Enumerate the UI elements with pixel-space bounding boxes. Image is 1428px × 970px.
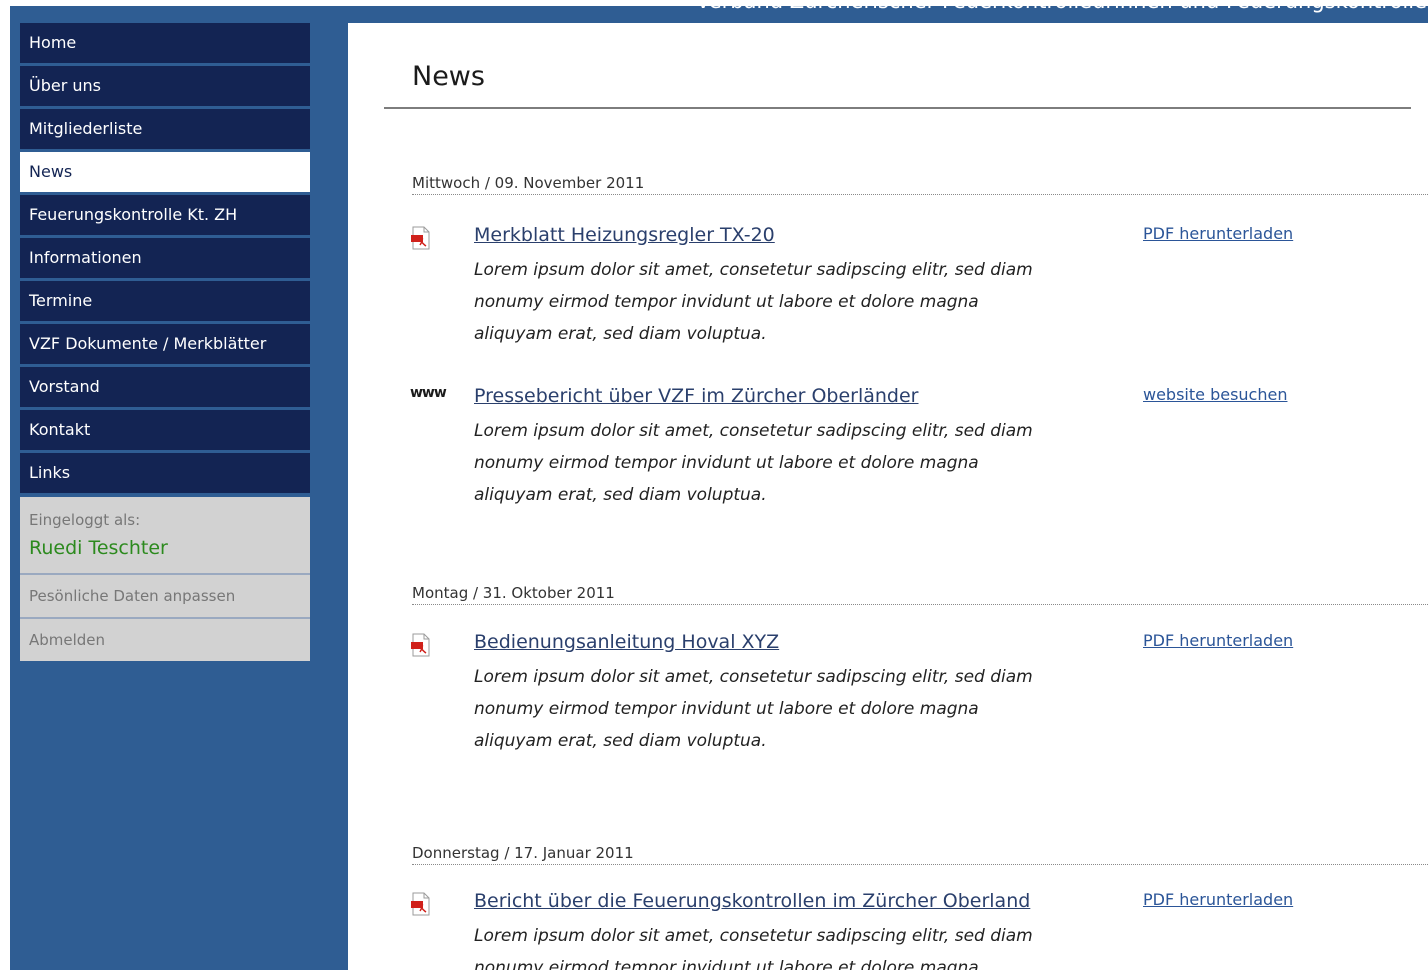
edit-personal-data-link[interactable]: Pesönliche Daten anpassen — [20, 575, 310, 619]
logged-in-user-name: Ruedi Teschter — [29, 537, 168, 559]
sidebar-item-termine[interactable]: Termine — [20, 281, 310, 321]
news-entry: www Pressebericht über VZF im Zürcher Ob… — [410, 385, 1428, 505]
login-panel: Eingeloggt als: Ruedi Teschter Pesönlich… — [20, 497, 310, 661]
news-date-header: Donnerstag / 17. Januar 2011 — [412, 842, 1428, 865]
news-entry: Merkblatt Heizungsregler TX-20 Lorem ips… — [410, 224, 1428, 344]
news-entry-title-link[interactable]: Merkblatt Heizungsregler TX-20 — [474, 224, 775, 246]
pdf-download-link[interactable]: PDF herunterladen — [1143, 890, 1293, 909]
sidebar-item-dokumente[interactable]: VZF Dokumente / Merkblätter — [20, 324, 310, 364]
website-visit-link[interactable]: website besuchen — [1143, 385, 1287, 404]
sidebar-item-mitgliederliste[interactable]: Mitgliederliste — [20, 109, 310, 149]
sidebar-item-vorstand[interactable]: Vorstand — [20, 367, 310, 407]
sidebar-item-kontakt[interactable]: Kontakt — [20, 410, 310, 450]
pdf-download-link[interactable]: PDF herunterladen — [1143, 631, 1293, 650]
news-entry-text: Lorem ipsum dolor sit amet, consetetur s… — [474, 667, 1033, 751]
site-title: Verband Zürcherischer Feuerkontrolleurin… — [696, 0, 1428, 13]
pdf-icon — [410, 633, 434, 657]
news-date-header: Montag / 31. Oktober 2011 — [412, 582, 1428, 605]
news-date-header: Mittwoch / 09. November 2011 — [412, 172, 1428, 195]
page-title: News — [412, 61, 485, 92]
news-entry: Bericht über die Feuerungskontrollen im … — [410, 890, 1428, 970]
news-entry-text: Lorem ipsum dolor sit amet, consetetur s… — [474, 421, 1033, 505]
title-divider — [384, 107, 1411, 109]
sidebar-item-feuerungskontrolle[interactable]: Feuerungskontrolle Kt. ZH — [20, 195, 310, 235]
news-entry-text: Lorem ipsum dolor sit amet, consetetur s… — [474, 926, 1033, 970]
pdf-icon — [410, 226, 434, 250]
pdf-download-link[interactable]: PDF herunterladen — [1143, 224, 1293, 243]
sidebar-item-informationen[interactable]: Informationen — [20, 238, 310, 278]
pdf-icon — [410, 892, 434, 916]
sidebar-item-links[interactable]: Links — [20, 453, 310, 493]
news-entry-title-link[interactable]: Pressebericht über VZF im Zürcher Oberlä… — [474, 385, 919, 407]
news-entry-title-link[interactable]: Bericht über die Feuerungskontrollen im … — [474, 890, 1030, 912]
main-content: News Mittwoch / 09. November 2011 Merkbl… — [348, 23, 1428, 970]
login-label: Eingeloggt als: — [29, 511, 141, 529]
sidebar-item-ueber-uns[interactable]: Über uns — [20, 66, 310, 106]
news-entry-title-link[interactable]: Bedienungsanleitung Hoval XYZ — [474, 631, 779, 653]
login-status: Eingeloggt als: Ruedi Teschter — [20, 497, 310, 575]
sidebar-nav: Home Über uns Mitgliederliste News Feuer… — [20, 23, 310, 661]
logout-link[interactable]: Abmelden — [20, 619, 310, 661]
sidebar-item-home[interactable]: Home — [20, 23, 310, 63]
sidebar-item-news[interactable]: News — [20, 152, 310, 192]
news-entry: Bedienungsanleitung Hoval XYZ Lorem ipsu… — [410, 631, 1428, 751]
news-entry-text: Lorem ipsum dolor sit amet, consetetur s… — [474, 260, 1033, 344]
www-icon: www — [410, 385, 447, 401]
